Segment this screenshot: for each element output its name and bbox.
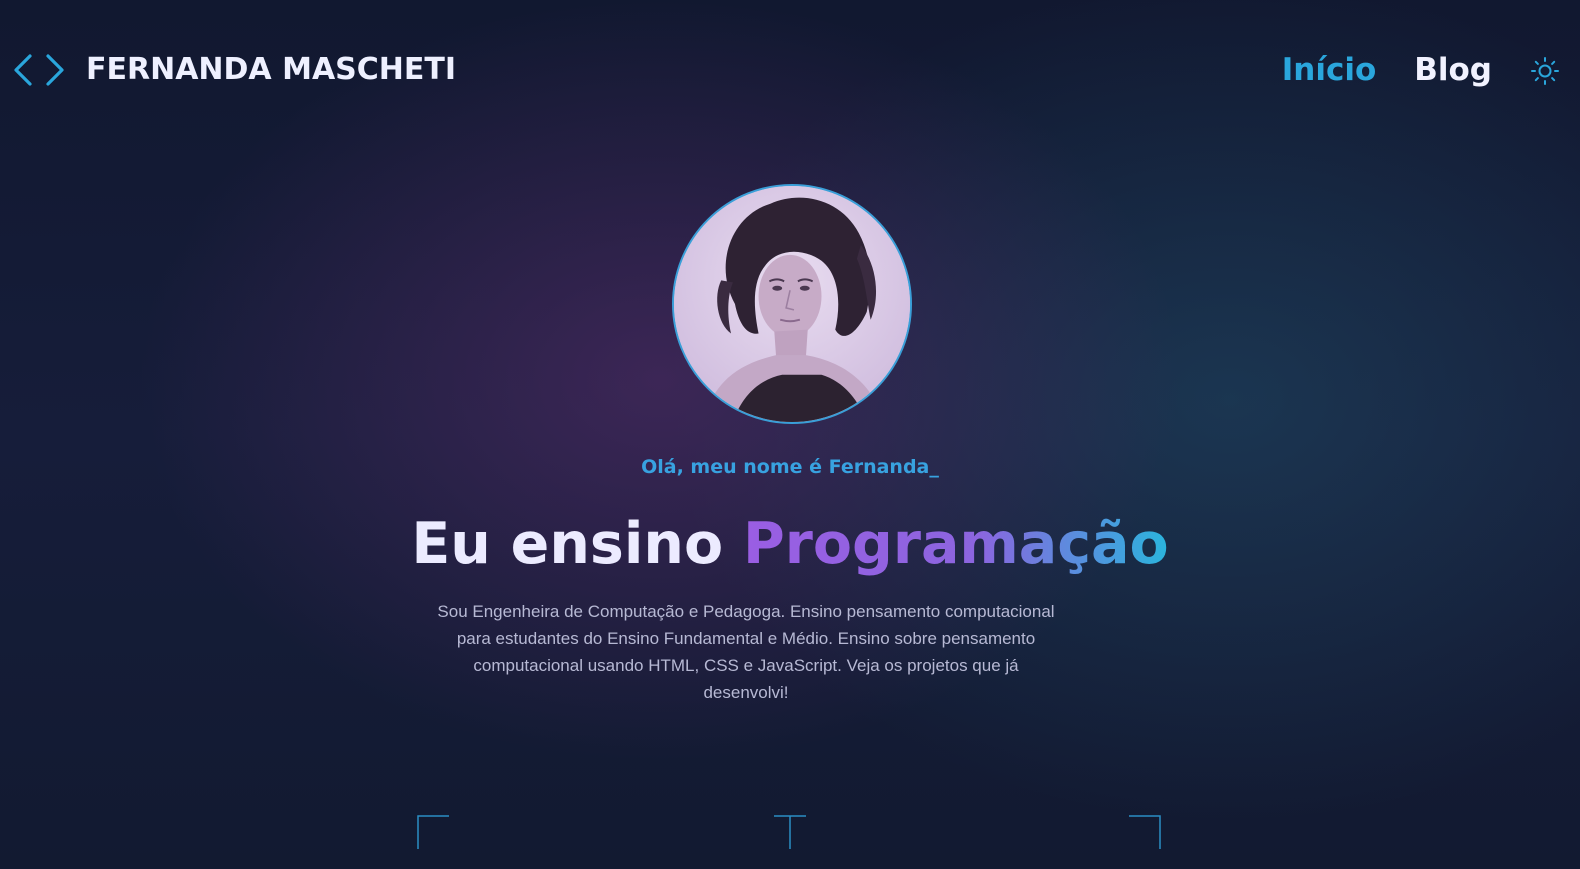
corner-decoration-left bbox=[417, 815, 449, 849]
corner-decoration-right bbox=[1129, 815, 1161, 849]
site-brand[interactable]: FERNANDA MASCHETI bbox=[86, 50, 456, 90]
code-brackets-icon bbox=[14, 54, 64, 86]
hero-headline: Eu ensino Programação bbox=[0, 504, 1580, 584]
portrait-photo bbox=[674, 186, 910, 422]
bio-paragraph: Sou Engenheira de Computação e Pedagoga.… bbox=[437, 602, 1055, 702]
corner-decoration-center bbox=[774, 815, 806, 849]
nav-inicio-link[interactable]: Início bbox=[1282, 48, 1377, 92]
headline-prefix: Eu ensino bbox=[411, 511, 724, 577]
headline-highlight: Programação bbox=[742, 511, 1169, 577]
greeting-text: Olá, meu nome é Fernanda_ bbox=[641, 456, 939, 478]
profile-avatar bbox=[672, 184, 912, 424]
nav-blog-link[interactable]: Blog bbox=[1414, 48, 1492, 92]
sun-icon[interactable] bbox=[1530, 56, 1560, 86]
main-nav: Início Blog bbox=[1282, 48, 1492, 92]
